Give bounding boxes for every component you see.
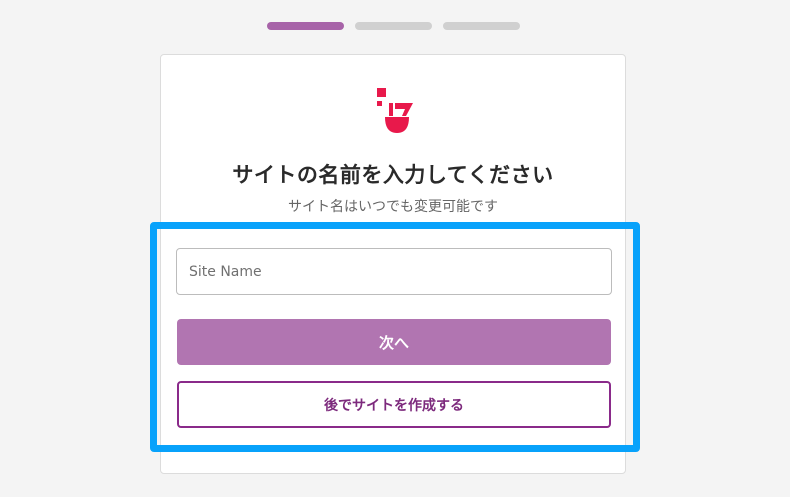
brand-face-logo-icon	[376, 88, 414, 134]
step-indicator-3	[443, 22, 520, 30]
page-subtitle: サイト名はいつでも変更可能です	[288, 199, 498, 215]
step-indicator-2	[355, 22, 432, 30]
site-name-input[interactable]	[176, 248, 612, 295]
step-progress	[267, 22, 520, 30]
page-title: サイトの名前を入力してください	[232, 163, 554, 187]
step-indicator-1	[267, 22, 344, 30]
next-button[interactable]: 次へ	[177, 319, 611, 365]
create-later-button[interactable]: 後でサイトを作成する	[177, 381, 611, 428]
